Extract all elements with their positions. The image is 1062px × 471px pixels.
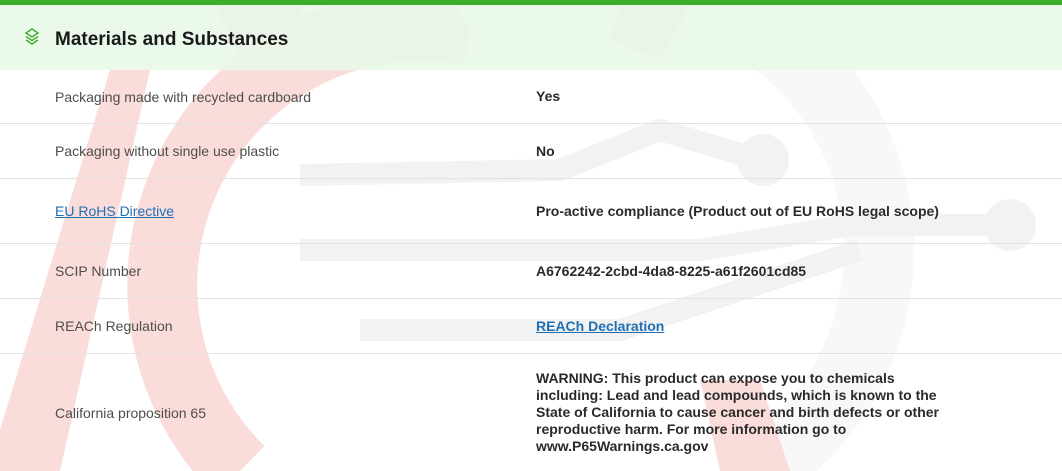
table-row: REACh Regulation REACh Declaration [0,299,1062,354]
materials-panel: Materials and Substances Packaging made … [0,0,1062,471]
row-label: REACh Regulation [55,318,173,334]
row-label: Packaging made with recycled cardboard [55,88,312,105]
row-label: SCIP Number [55,263,142,279]
eu-rohs-directive-link[interactable]: EU RoHS Directive [55,203,174,219]
table-row: Packaging without single use plastic No [0,124,1062,179]
row-label: Packaging without single use plastic [55,143,280,159]
row-value: No [536,142,555,159]
section-header: Materials and Substances [0,5,1062,70]
row-value: Pro-active compliance (Product out of EU… [536,202,939,219]
reach-declaration-link[interactable]: REACh Declaration [536,318,664,335]
section-title: Materials and Substances [55,29,289,50]
table-row: Packaging made with recycled cardboard Y… [0,70,1062,124]
row-label: California proposition 65 [55,404,206,421]
scip-number-value: A6762242-2cbd-4da8-8225-a61f2601cd85 [536,262,807,279]
table-row: California proposition 65 WARNING: This … [0,354,1062,471]
prop65-warning-text: WARNING: This product can expose you to … [536,370,939,454]
table-row: SCIP Number A6762242-2cbd-4da8-8225-a61f… [0,244,1062,299]
table-row: EU RoHS Directive Pro-active compliance … [0,179,1062,244]
leaf-layers-icon [24,28,40,45]
row-value: Yes [536,88,561,104]
